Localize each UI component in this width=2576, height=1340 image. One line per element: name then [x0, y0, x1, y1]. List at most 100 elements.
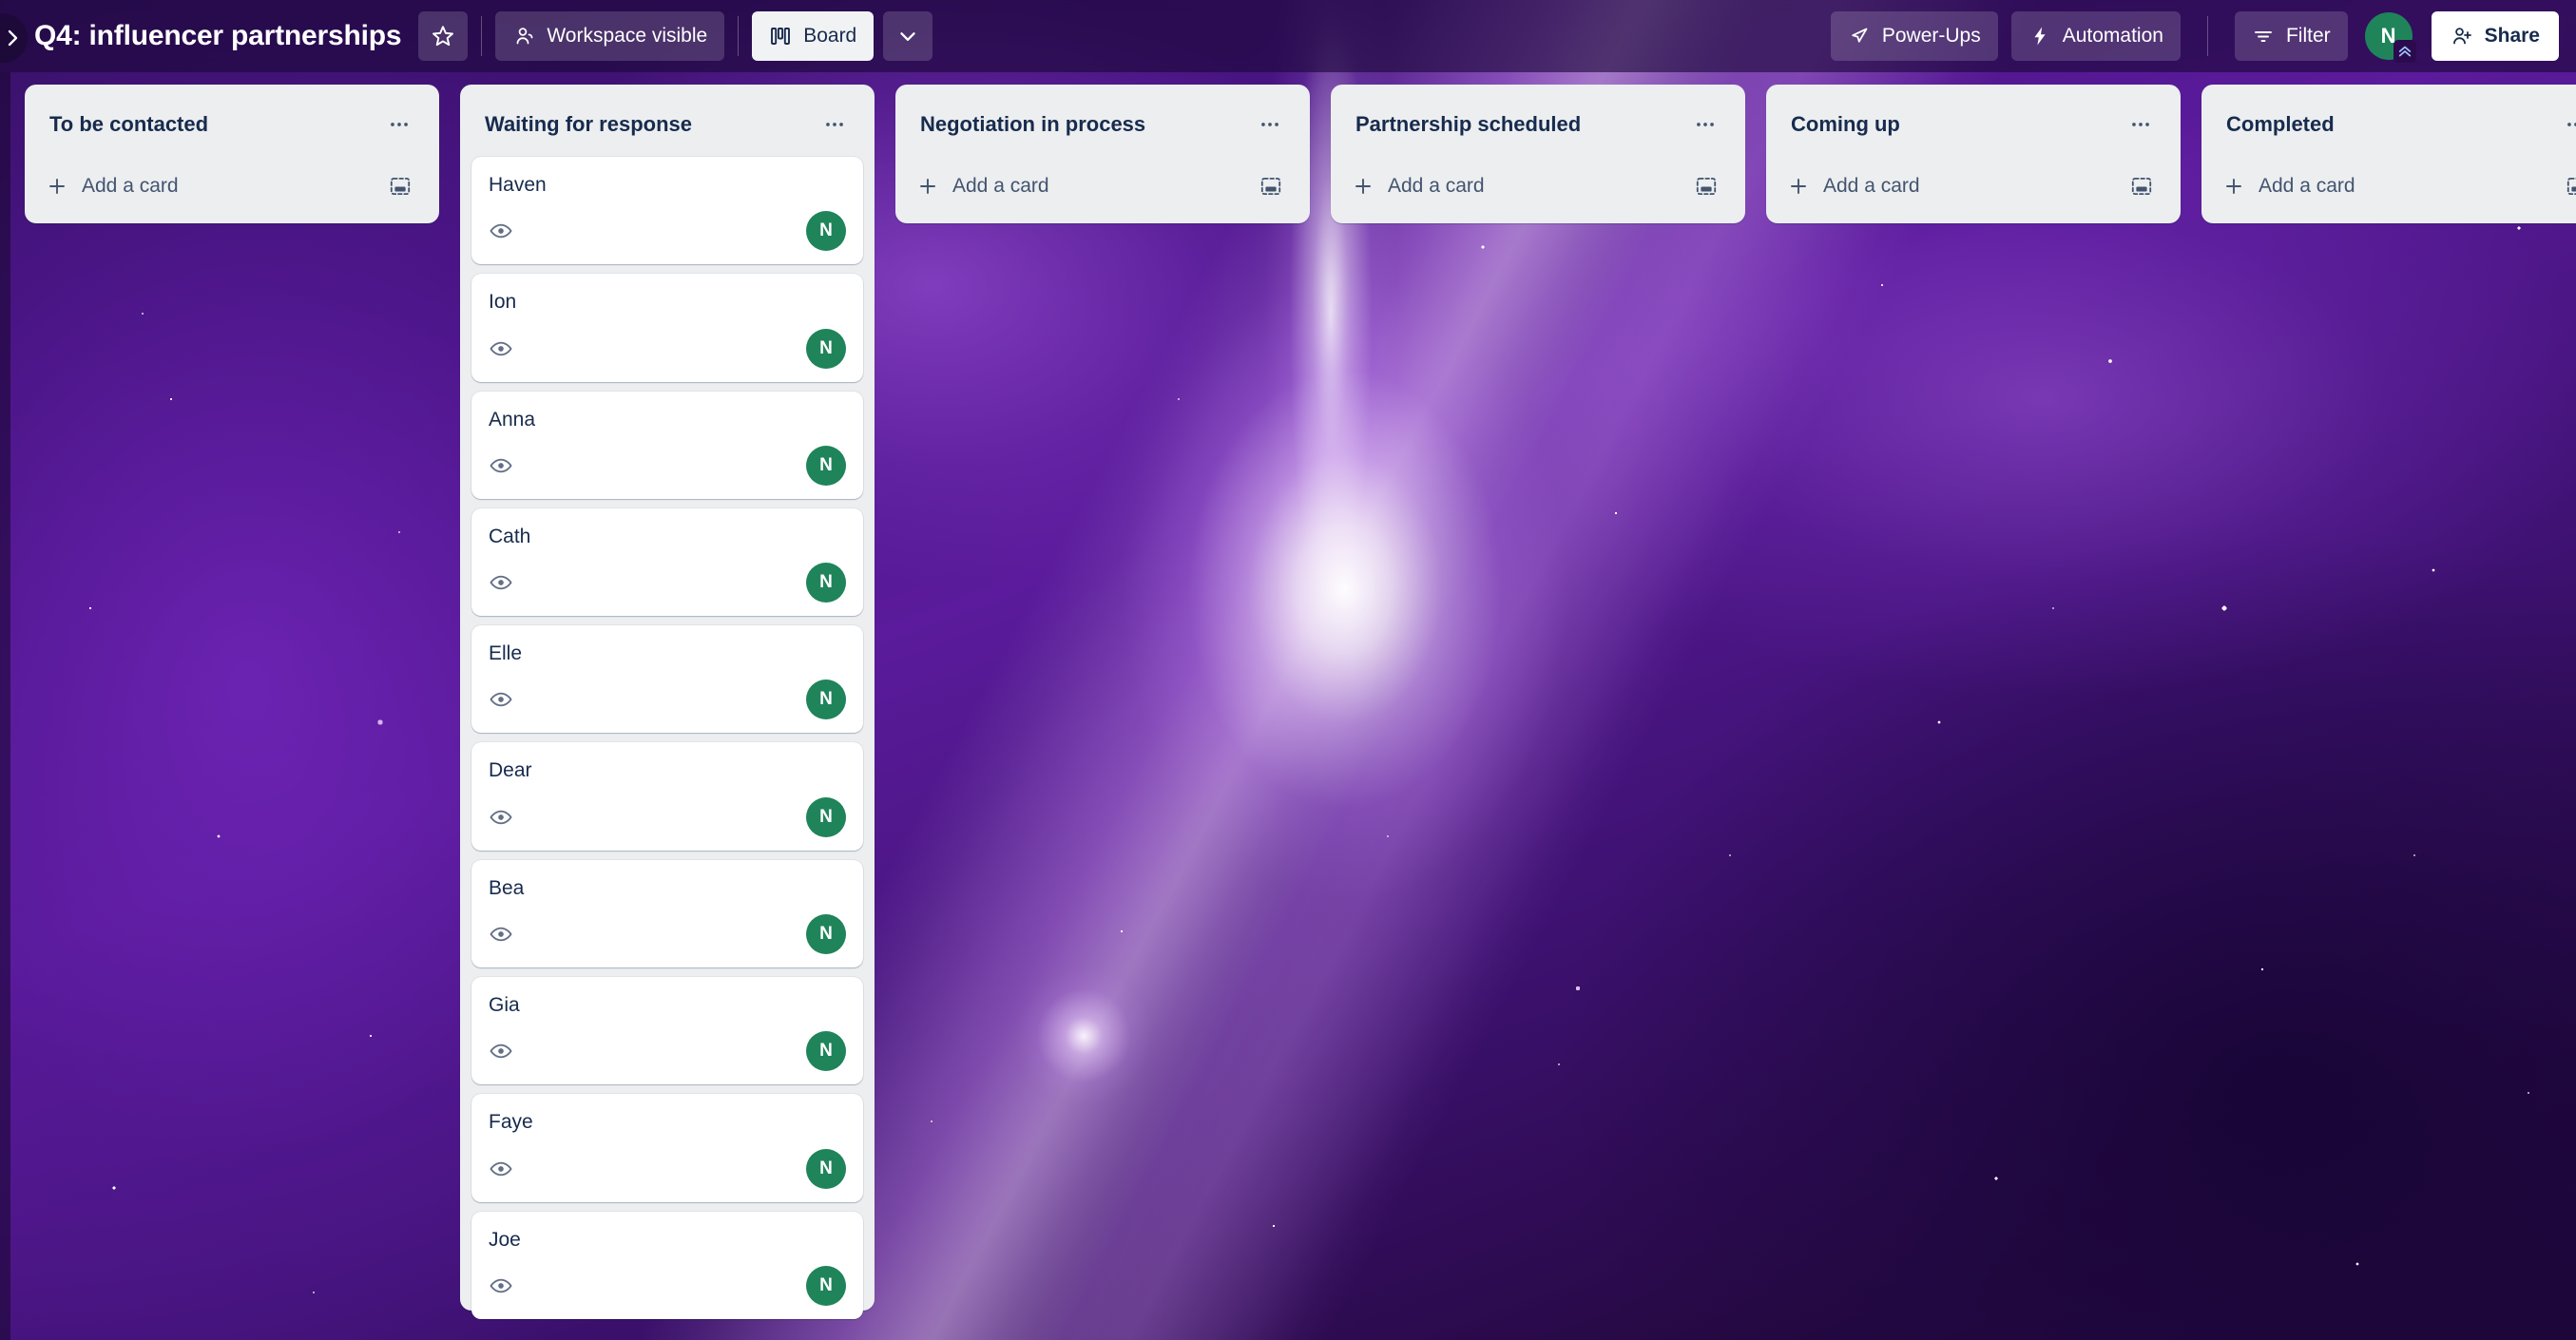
add-card-button[interactable]: Add a card	[1774, 153, 2173, 216]
card-member-avatar[interactable]: N	[806, 445, 846, 486]
workspace-people-icon	[512, 25, 535, 48]
plus-icon	[1787, 175, 1810, 198]
add-card-button[interactable]: Add a card	[32, 153, 432, 216]
person-add-icon	[2451, 25, 2473, 48]
card-footer: N	[489, 563, 846, 603]
share-button[interactable]: Share	[2431, 11, 2559, 61]
add-card-label: Add a card	[952, 175, 1049, 197]
filter-icon	[2252, 25, 2275, 48]
card-member-avatar[interactable]: N	[806, 211, 846, 252]
view-switcher-board-button[interactable]: Board	[752, 11, 875, 61]
card-member-avatar[interactable]: N	[806, 1265, 846, 1306]
filter-label: Filter	[2285, 25, 2331, 47]
board-card[interactable]: Elle N	[471, 625, 863, 734]
view-switcher-dropdown-button[interactable]	[883, 11, 933, 61]
plus-icon	[46, 175, 68, 198]
lightning-bolt-icon	[2028, 25, 2051, 48]
board-card[interactable]: Dear N	[471, 742, 863, 851]
board-card[interactable]: Bea N	[471, 859, 863, 968]
watch-eye-icon	[489, 1157, 513, 1181]
plus-icon	[916, 175, 939, 198]
list-title[interactable]: Waiting for response	[485, 112, 816, 137]
board-card[interactable]: Ion N	[471, 274, 863, 382]
card-template-icon[interactable]	[817, 1336, 854, 1340]
add-card-button[interactable]: Add a card	[1338, 153, 1738, 216]
board-list: Completed Add a card	[2201, 85, 2576, 223]
card-member-avatar[interactable]: N	[806, 680, 846, 720]
board-card[interactable]: Joe N	[471, 1211, 863, 1319]
header-divider-1	[481, 16, 483, 56]
card-title: Faye	[489, 1111, 533, 1134]
board-card[interactable]: Anna N	[471, 391, 863, 499]
card-footer: N	[489, 1265, 846, 1306]
watch-eye-icon	[489, 453, 513, 478]
watch-eye-icon	[489, 219, 513, 243]
automation-button[interactable]: Automation	[2010, 11, 2181, 61]
header-divider-2	[738, 16, 740, 56]
card-member-avatar[interactable]: N	[806, 563, 846, 603]
list-header: To be contacted	[32, 92, 432, 153]
list-header: Negotiation in process	[903, 92, 1302, 153]
list-actions-ellipsis-icon[interactable]	[1686, 105, 1724, 144]
board-card[interactable]: Faye N	[471, 1094, 863, 1202]
power-ups-button[interactable]: Power-Ups	[1830, 11, 1998, 61]
card-footer: N	[489, 680, 846, 720]
card-title: Bea	[489, 876, 525, 899]
card-badges	[489, 570, 513, 595]
watch-eye-icon	[489, 336, 513, 361]
card-member-avatar[interactable]: N	[806, 796, 846, 837]
card-member-avatar[interactable]: N	[806, 1031, 846, 1072]
add-card-button[interactable]: Add a card	[903, 153, 1302, 216]
list-actions-ellipsis-icon[interactable]	[380, 105, 418, 144]
card-template-icon[interactable]	[1253, 168, 1289, 204]
add-card-label: Add a card	[1823, 175, 1920, 197]
watch-eye-icon	[489, 1039, 513, 1063]
board-card[interactable]: Haven N	[471, 157, 863, 265]
watch-eye-icon	[489, 1273, 513, 1298]
card-member-avatar[interactable]: N	[806, 328, 846, 369]
list-header: Completed	[2209, 92, 2576, 153]
card-badges	[489, 1273, 513, 1298]
card-badges	[489, 805, 513, 830]
card-title: Cath	[489, 525, 531, 547]
card-template-icon[interactable]	[2559, 168, 2576, 204]
list-title[interactable]: Completed	[2226, 112, 2557, 137]
list-title[interactable]: To be contacted	[49, 112, 380, 137]
filter-button[interactable]: Filter	[2234, 11, 2348, 61]
card-badges	[489, 453, 513, 478]
board-card[interactable]: Gia N	[471, 977, 863, 1085]
card-member-avatar[interactable]: N	[806, 914, 846, 955]
list-title[interactable]: Partnership scheduled	[1355, 112, 1686, 137]
board-card[interactable]: Cath N	[471, 507, 863, 617]
card-template-icon[interactable]	[2124, 168, 2160, 204]
trello-board-app: Q4: influencer partnerships Workspace vi…	[0, 0, 2576, 1340]
card-footer: N	[489, 796, 846, 837]
card-template-icon[interactable]	[382, 168, 418, 204]
list-header: Partnership scheduled	[1338, 92, 1738, 153]
list-actions-ellipsis-icon[interactable]	[2557, 105, 2576, 144]
star-board-button[interactable]	[418, 11, 469, 61]
board-list: Coming up Add a card	[1766, 85, 2181, 223]
card-title: Joe	[489, 1228, 521, 1251]
card-badges	[489, 1039, 513, 1063]
workspace-visibility-button[interactable]: Workspace visible	[495, 11, 725, 61]
list-title[interactable]: Coming up	[1791, 112, 2122, 137]
list-actions-ellipsis-icon[interactable]	[2122, 105, 2160, 144]
add-card-button[interactable]: Add a card	[468, 1321, 867, 1340]
avatar[interactable]: N	[2364, 12, 2416, 63]
board-header: Q4: influencer partnerships Workspace vi…	[0, 0, 2576, 72]
list-actions-ellipsis-icon[interactable]	[816, 105, 854, 144]
card-badges	[489, 687, 513, 712]
page-title: Q4: influencer partnerships	[34, 20, 402, 51]
star-icon	[431, 24, 455, 48]
list-actions-ellipsis-icon[interactable]	[1251, 105, 1289, 144]
list-title[interactable]: Negotiation in process	[920, 112, 1251, 137]
card-badges	[489, 219, 513, 243]
card-member-avatar[interactable]: N	[806, 1148, 846, 1189]
card-title: Ion	[489, 291, 517, 314]
card-template-icon[interactable]	[1688, 168, 1724, 204]
board-list: Partnership scheduled Add a card	[1331, 85, 1745, 223]
board-list: Negotiation in process Add a card	[895, 85, 1310, 223]
board-lists-container: To be contacted Add a card Waiting for res…	[10, 72, 2576, 1340]
add-card-button[interactable]: Add a card	[2209, 153, 2576, 216]
